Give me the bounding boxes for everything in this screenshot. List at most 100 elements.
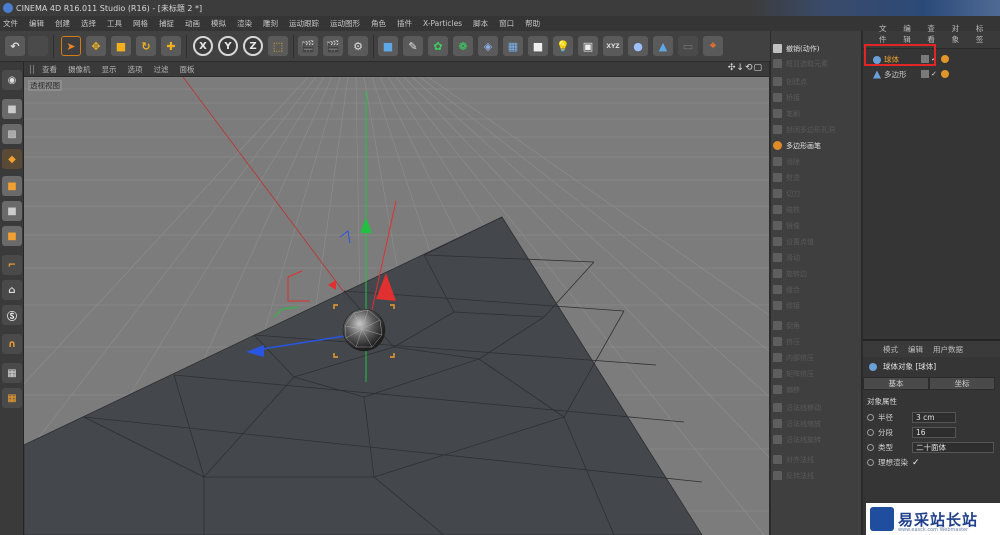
spline-pen-button[interactable]: ✎ <box>403 36 423 56</box>
menu-help[interactable]: 帮助 <box>525 18 540 29</box>
command-brush[interactable]: 笔刷 <box>773 105 861 122</box>
command-extrude[interactable]: 挤压 <box>773 333 861 350</box>
command-frame-selected[interactable]: 框显选取元素 <box>773 55 861 72</box>
undo-button[interactable]: ↶ <box>5 36 25 56</box>
object-visibility-flags[interactable]: ✓ <box>921 70 949 78</box>
command-create-point[interactable]: 创建点 <box>773 73 861 90</box>
viewport-menu-cameras[interactable]: 摄像机 <box>68 64 91 75</box>
axis-mode-button[interactable]: ⌐ <box>2 255 22 275</box>
animate-radio[interactable] <box>867 414 874 421</box>
array-button[interactable]: ❁ <box>453 36 473 56</box>
menu-file[interactable]: 文件 <box>3 18 18 29</box>
menu-tools[interactable]: 工具 <box>107 18 122 29</box>
command-align-normals[interactable]: 对齐法线 <box>773 451 861 468</box>
command-bevel[interactable]: 倒角 <box>773 317 861 334</box>
polygons-mode-button[interactable]: ■ <box>2 226 22 246</box>
command-matrix-extrude[interactable]: 矩阵挤压 <box>773 365 861 382</box>
segments-field[interactable]: 16 <box>912 427 956 438</box>
snap-button[interactable]: ⌖ <box>703 36 723 56</box>
radius-field[interactable]: 3 cm <box>912 412 956 423</box>
menu-sculpt[interactable]: 雕刻 <box>263 18 278 29</box>
command-normal-move[interactable]: 沿法线移动 <box>773 399 861 416</box>
viewport-menu-options[interactable]: 选项 <box>128 64 143 75</box>
x-axis-lock-button[interactable]: X <box>193 36 213 56</box>
render-view-button[interactable]: 🎬 <box>298 36 318 56</box>
command-offset[interactable]: 偏移 <box>773 381 861 398</box>
command-spin-edge[interactable]: 旋转边 <box>773 265 861 282</box>
tab-basic[interactable]: 基本 <box>863 377 929 390</box>
menu-character[interactable]: 角色 <box>371 18 386 29</box>
menu-window[interactable]: 窗口 <box>499 18 514 29</box>
light-button[interactable]: 💡 <box>553 36 573 56</box>
render-perfect-checkbox[interactable]: ✓ <box>912 458 920 468</box>
menu-simulate[interactable]: 模拟 <box>211 18 226 29</box>
menu-create[interactable]: 创建 <box>55 18 70 29</box>
viewport-menu-filter[interactable]: 过滤 <box>154 64 169 75</box>
object-menu-objects[interactable]: 对象 <box>952 23 966 48</box>
menu-x-particles[interactable]: X-Particles <box>423 19 462 28</box>
perspective-viewport[interactable]: 透视视图 <box>24 77 769 535</box>
animate-radio[interactable] <box>867 459 874 466</box>
y-axis-lock-button[interactable]: Y <box>218 36 238 56</box>
command-dissolve[interactable]: 消除 <box>773 153 861 170</box>
rotate-tool-button[interactable]: ↻ <box>136 36 156 56</box>
workplane-button[interactable]: ▭ <box>678 36 698 56</box>
live-selection-button[interactable]: ➤ <box>61 36 81 56</box>
points-mode-button[interactable]: ■ <box>2 176 22 196</box>
command-magnet[interactable]: 磁铁 <box>773 201 861 218</box>
object-menu-tags[interactable]: 标签 <box>976 23 990 48</box>
command-extrude-inner[interactable]: 内部挤压 <box>773 349 861 366</box>
planar-workplane-button[interactable]: ▦ <box>2 388 22 408</box>
cube-object-button[interactable]: ■ <box>378 36 398 56</box>
attribute-menu-edit[interactable]: 编辑 <box>908 344 923 355</box>
animate-radio[interactable] <box>867 444 874 451</box>
command-close-polygon-hole[interactable]: 封闭多边形孔洞 <box>773 121 861 138</box>
viewport-menu-panel[interactable]: 面板 <box>180 64 195 75</box>
make-editable-button[interactable]: ◉ <box>2 70 22 90</box>
menu-snap[interactable]: 捕捉 <box>159 18 174 29</box>
lock-workplane-button[interactable]: ▦ <box>2 363 22 383</box>
type-dropdown[interactable]: 二十面体 <box>912 442 994 453</box>
render-settings-button[interactable]: ⚙ <box>348 36 368 56</box>
deformer-button[interactable]: ◈ <box>478 36 498 56</box>
menu-motion-tracking[interactable]: 运动跟踪 <box>289 18 319 29</box>
tab-coordinates[interactable]: 坐标 <box>929 377 995 390</box>
snapping-button[interactable]: Ⓢ <box>2 305 22 325</box>
command-slide[interactable]: 滑动 <box>773 249 861 266</box>
symmetry-button[interactable]: ▲ <box>653 36 673 56</box>
menu-script[interactable]: 脚本 <box>473 18 488 29</box>
coordinate-system-button[interactable]: ⬚ <box>268 36 288 56</box>
command-normal-rotate[interactable]: 沿法线旋转 <box>773 431 861 448</box>
workplane-mode-button[interactable]: ◆ <box>2 149 22 169</box>
viewport-menu-view[interactable]: 查看 <box>42 64 57 75</box>
menu-select[interactable]: 选择 <box>81 18 96 29</box>
xyz-snap-button[interactable]: XYZ <box>603 36 623 56</box>
floor-button[interactable]: ▦ <box>503 36 523 56</box>
command-iron[interactable]: 熨烫 <box>773 169 861 186</box>
command-normal-scale[interactable]: 沿法线缩放 <box>773 415 861 432</box>
redo-button[interactable] <box>28 36 48 56</box>
edges-mode-button[interactable]: ■ <box>2 201 22 221</box>
menu-mesh[interactable]: 网格 <box>133 18 148 29</box>
scale-tool-button[interactable]: ■ <box>111 36 131 56</box>
render-picture-viewer-button[interactable]: 🎬 <box>323 36 343 56</box>
subdivision-surface-button[interactable]: ✿ <box>428 36 448 56</box>
menu-edit[interactable]: 编辑 <box>29 18 44 29</box>
attribute-menu-user-data[interactable]: 用户数据 <box>933 344 963 355</box>
object-row-polygon[interactable]: 多边形 ✓ <box>863 68 1000 81</box>
command-set-point-value[interactable]: 设置点值 <box>773 233 861 250</box>
viewport-menu-display[interactable]: 显示 <box>102 64 117 75</box>
command-mirror[interactable]: 镜像 <box>773 217 861 234</box>
menu-render[interactable]: 渲染 <box>237 18 252 29</box>
magnet-button[interactable]: ∩ <box>2 334 22 354</box>
command-polygon-pen[interactable]: 多边形画笔 <box>773 137 861 154</box>
attribute-menu-mode[interactable]: 模式 <box>883 344 898 355</box>
menu-animate[interactable]: 动画 <box>185 18 200 29</box>
camera-button[interactable]: ■ <box>528 36 548 56</box>
command-weld[interactable]: 焊接 <box>773 297 861 314</box>
model-mode-button[interactable]: ■ <box>2 99 22 119</box>
tweak-mode-button[interactable]: ⌂ <box>2 280 22 300</box>
menu-mograph[interactable]: 运动图形 <box>330 18 360 29</box>
scene-button[interactable]: ▣ <box>578 36 598 56</box>
z-axis-lock-button[interactable]: Z <box>243 36 263 56</box>
